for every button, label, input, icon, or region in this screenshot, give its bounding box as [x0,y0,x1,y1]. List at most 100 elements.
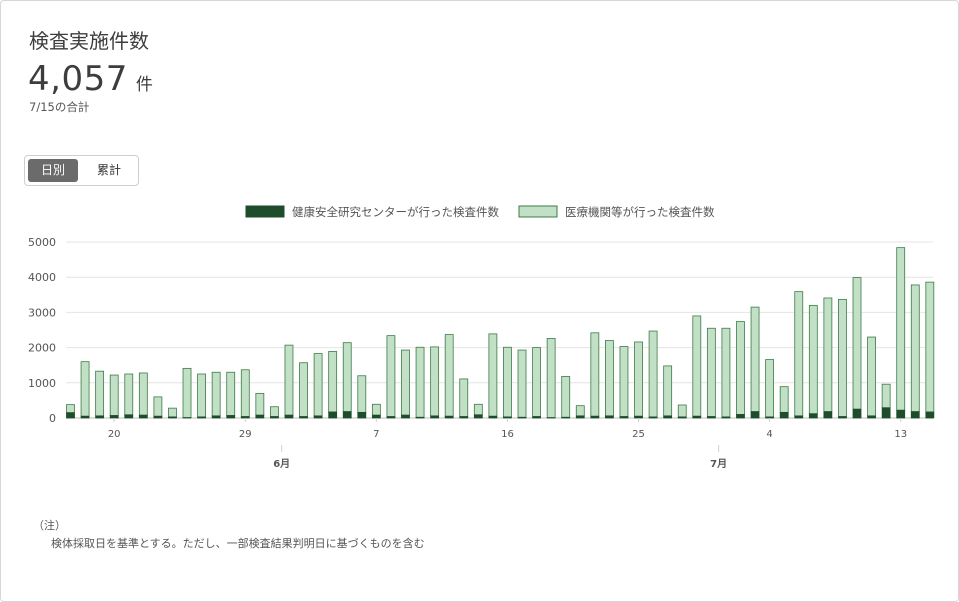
bar-center [649,417,657,418]
bar-center [67,413,75,418]
bar-medical [125,374,133,415]
total-count: 4,057件 [28,59,153,99]
bar-medical [547,338,555,417]
bar-center [125,415,133,418]
bar-medical [853,278,861,410]
y-tick-label: 0 [49,412,56,425]
bar-center [270,417,278,418]
y-tick-label: 5000 [28,236,56,249]
bar-center [664,416,672,418]
bar-medical [635,342,643,416]
bar-medical [562,376,570,417]
bar-center [241,417,249,418]
y-tick-label: 4000 [28,271,56,284]
bar-center [372,415,380,418]
bar-medical [605,341,613,416]
bar-medical [809,305,817,413]
bar-medical [401,350,409,415]
bar-center [503,417,511,418]
bar-center [168,417,176,418]
bar-center [576,416,584,418]
bar-center [533,417,541,418]
x-tick-label: 25 [632,429,645,440]
bar-medical [67,405,75,413]
bar-center [562,417,570,418]
bar-center [431,416,439,418]
bar-medical [868,337,876,416]
bar-center [314,416,322,418]
footnote-label: （注） [33,517,66,533]
daily-button[interactable]: 日別 [28,159,78,182]
bar-center [416,417,424,418]
bar-medical [503,347,511,417]
bar-medical [198,374,206,417]
bar-center [911,412,919,418]
bar-medical [474,404,482,415]
y-tick-label: 2000 [28,342,56,355]
bar-medical [96,371,104,416]
bar-center [343,412,351,418]
bar-medical [460,379,468,417]
bar-center [678,417,686,418]
bar-medical [387,336,395,417]
bar-center [809,414,817,418]
bar-medical [678,405,686,417]
bar-center [838,417,846,418]
bar-medical [897,248,905,411]
bar-center [853,409,861,418]
bar-medical [707,328,715,416]
total-unit: 件 [136,75,154,95]
bar-center [766,417,774,418]
bar-center [445,416,453,418]
x-tick-label: 13 [894,429,907,440]
cumulative-button[interactable]: 累計 [83,159,135,182]
bar-center [489,416,497,418]
legend-label-medical: 医療機関等が行った検査件数 [565,205,715,219]
legend-label-center: 健康安全研究センターが行った検査件数 [292,205,499,219]
bar-center [620,417,628,418]
view-toggle: 日別 累計 [24,155,139,186]
bar-center [780,412,788,418]
bar-center [474,415,482,418]
bar-center [81,416,89,418]
bar-center [401,415,409,418]
bar-medical [445,335,453,417]
bar-medical [329,351,337,412]
bar-medical [227,372,235,415]
bar-medical [168,408,176,417]
y-tick-label: 3000 [28,306,56,319]
bar-medical [212,372,220,416]
bar-medical [736,322,744,415]
date-note: 7/15の合計 [29,99,89,115]
bar-center [358,412,366,418]
bar-center [212,416,220,418]
bar-center [518,417,526,418]
bar-medical [620,347,628,417]
bar-center [110,416,118,418]
bar-medical [911,285,919,412]
y-tick-label: 1000 [28,377,56,390]
x-tick-label: 16 [501,429,514,440]
bar-center [329,412,337,418]
bar-center [591,416,599,418]
bar-medical [591,333,599,416]
footnote-text: 検体採取日を基準とする。ただし、一部検査結果判明日に基づくものを含む [51,535,425,551]
bar-medical [431,347,439,416]
bar-medical [489,334,497,416]
bar-medical [693,316,701,416]
bar-center [139,415,147,418]
bar-center [751,412,759,418]
bar-medical [358,376,366,413]
bar-medical [314,354,322,416]
legend-swatch-medical [519,206,557,217]
bar-center [868,416,876,418]
bar-medical [780,387,788,413]
bar-medical [256,393,264,415]
bar-medical [649,331,657,417]
stacked-bar-chart: 健康安全研究センターが行った検査件数 医療機関等が行った検査件数 0 1000 2000… [1,196,958,476]
bar-center [198,417,206,418]
bar-medical [241,370,249,417]
bar-medical [300,363,308,417]
bar-center [256,415,264,418]
month-label: 6月 [273,458,290,470]
